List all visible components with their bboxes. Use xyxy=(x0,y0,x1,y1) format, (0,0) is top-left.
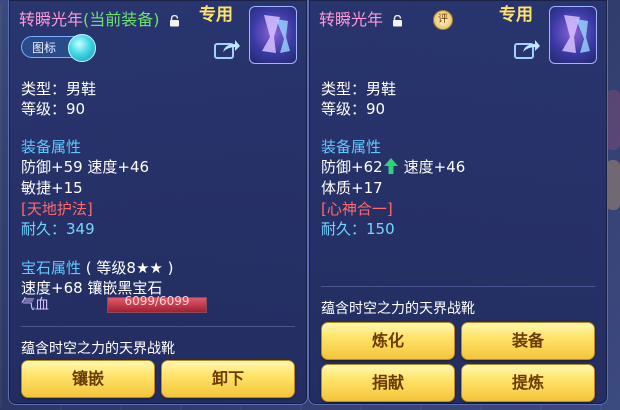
boots-item-icon xyxy=(249,6,297,64)
item-name-text: 转瞬光年 xyxy=(19,10,84,29)
durability-value: 150 xyxy=(366,220,395,238)
donate-button[interactable]: 捐献 xyxy=(321,364,455,402)
equip-button[interactable]: 装备 xyxy=(461,322,595,360)
icon-toggle-label: 图标 xyxy=(32,41,57,55)
attribute-line-2: 体质+17 xyxy=(321,179,383,197)
durability-label: 耐久： xyxy=(21,220,67,238)
defense-stat: 防御+62 xyxy=(321,158,383,176)
exclusive-badge: 专用 xyxy=(199,5,233,25)
gem-attributes-heading: 宝石属性 ( 等级8★★ ) xyxy=(21,257,173,278)
item-level: 等级：90 xyxy=(321,100,386,118)
item-name: 转瞬光年 xyxy=(319,6,403,30)
boots-item-icon xyxy=(549,6,597,64)
refine-button[interactable]: 炼化 xyxy=(321,322,455,360)
icon-toggle[interactable]: 图标 xyxy=(21,34,96,62)
special-skill: [天地护法] xyxy=(21,200,93,218)
item-level: 等级：90 xyxy=(21,100,86,118)
item-type: 类型：男鞋 xyxy=(21,80,97,98)
item-name-text: 转瞬光年 xyxy=(319,10,384,29)
exclusive-badge: 专用 xyxy=(499,5,533,25)
review-icon[interactable]: 评 xyxy=(433,10,453,30)
hp-value: 6099/6099 xyxy=(124,294,190,308)
special-skill: [心神合一] xyxy=(321,200,393,218)
unequip-button[interactable]: 卸下 xyxy=(161,360,295,398)
toggle-knob[interactable] xyxy=(68,34,96,62)
item-name: 转瞬光年(当前装备) xyxy=(19,6,180,30)
durability: 耐久：150 xyxy=(321,218,395,239)
up-arrow-icon xyxy=(383,158,398,178)
current-equipped-tag: (当前装备) xyxy=(83,10,160,29)
item-description: 蕴含时空之力的天界战靴 xyxy=(321,301,475,317)
durability-value: 349 xyxy=(66,220,95,238)
compare-equipment-tooltip: 转瞬光年 评 专用 类型：男鞋 等级：90 装备属性 防御+62 速度+46 体质… xyxy=(308,0,608,405)
gem-heading-label: 宝石属性 xyxy=(21,259,82,277)
lock-icon[interactable] xyxy=(169,15,180,27)
hp-label: 气血 xyxy=(21,297,49,313)
attributes-heading: 装备属性 xyxy=(321,138,382,156)
durability: 耐久：349 xyxy=(21,218,95,239)
divider xyxy=(321,286,595,287)
item-type: 类型：男鞋 xyxy=(321,80,397,98)
inlay-button[interactable]: 镶嵌 xyxy=(21,360,155,398)
attributes-heading: 装备属性 xyxy=(21,138,82,156)
attribute-line-2: 敏捷+15 xyxy=(21,179,83,197)
share-icon[interactable] xyxy=(213,38,241,60)
item-description: 蕴含时空之力的天界战靴 xyxy=(21,341,175,357)
speed-stat: 速度+46 xyxy=(403,158,466,176)
divider xyxy=(21,326,295,327)
background-slot xyxy=(606,90,620,150)
background-slot xyxy=(606,160,620,210)
attribute-line-1: 防御+59 速度+46 xyxy=(21,158,150,176)
lock-icon[interactable] xyxy=(392,15,403,27)
hp-bar: 气血 6099/6099 xyxy=(17,294,299,314)
share-icon[interactable] xyxy=(513,38,541,60)
gem-level: ( 等级8★★ ) xyxy=(85,259,174,277)
attribute-line-1: 防御+62 速度+46 xyxy=(321,156,465,178)
current-equipment-tooltip: 转瞬光年(当前装备) 专用 图标 类型：男鞋 等级：90 装备属性 防御+59 … xyxy=(8,0,308,405)
durability-label: 耐久： xyxy=(321,220,367,238)
extract-button[interactable]: 提炼 xyxy=(461,364,595,402)
